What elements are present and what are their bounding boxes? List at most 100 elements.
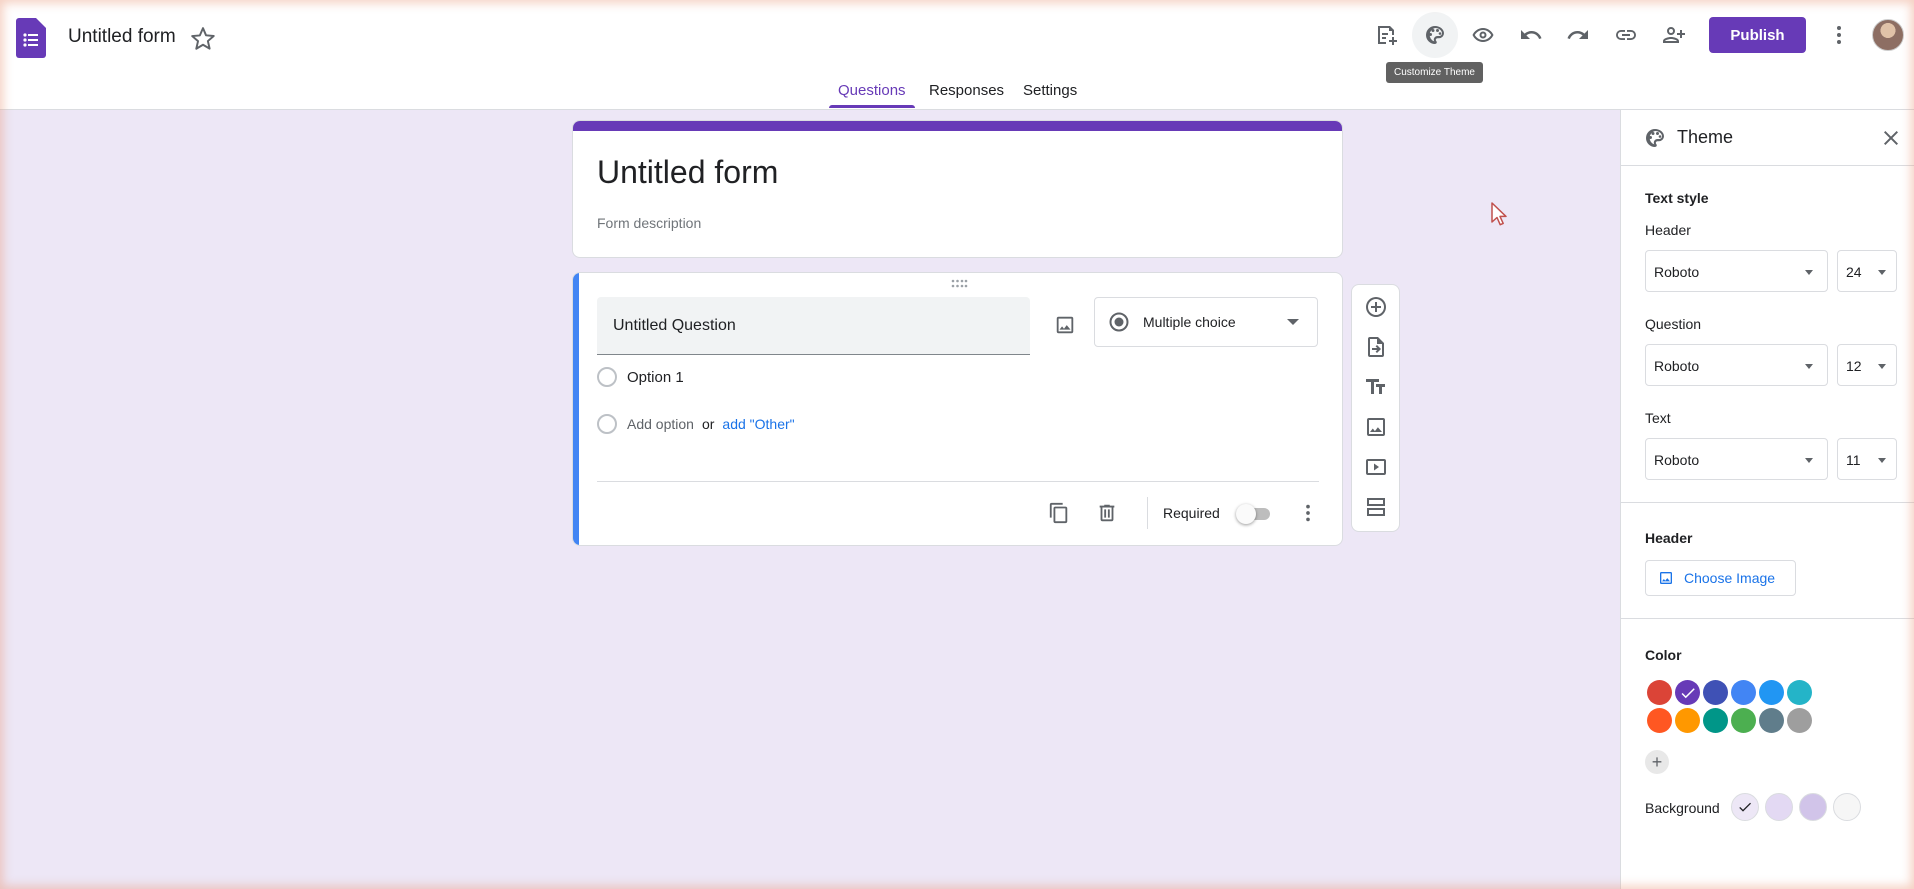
color-swatch[interactable] <box>1731 708 1756 733</box>
top-bar: Untitled form Publish Questions Response… <box>0 0 1914 110</box>
theme-panel-header: Theme <box>1621 110 1914 166</box>
add-section-icon[interactable] <box>1360 491 1392 523</box>
color-swatch[interactable] <box>1787 680 1812 705</box>
more-vert-icon[interactable] <box>1823 19 1855 51</box>
question-card[interactable]: Untitled Question Multiple choice Option… <box>572 272 1343 546</box>
avatar[interactable] <box>1872 19 1904 51</box>
import-questions-icon[interactable] <box>1360 331 1392 363</box>
radio-icon <box>597 367 617 387</box>
theme-panel: Theme Text style Header Roboto 24 Questi… <box>1620 110 1914 889</box>
text-style-heading: Text style <box>1645 190 1709 206</box>
link-icon[interactable] <box>1610 19 1642 51</box>
color-swatch[interactable] <box>1703 680 1728 705</box>
question-more-icon[interactable] <box>1292 497 1324 529</box>
required-toggle[interactable] <box>1236 504 1272 524</box>
background-label: Background <box>1645 800 1720 816</box>
color-swatch[interactable] <box>1759 708 1784 733</box>
color-swatch[interactable] <box>1675 708 1700 733</box>
add-image-icon[interactable] <box>1360 411 1392 443</box>
add-title-icon[interactable] <box>1360 371 1392 403</box>
footer-vertical-divider <box>1147 497 1148 529</box>
tab-bar: Questions Responses Settings <box>0 82 1914 110</box>
palette-icon <box>1646 129 1664 147</box>
background-swatch[interactable] <box>1731 793 1759 821</box>
option-label[interactable]: Option 1 <box>627 369 684 386</box>
active-question-bar <box>573 273 579 545</box>
tab-responses[interactable]: Responses <box>929 82 1004 99</box>
document-title[interactable]: Untitled form <box>68 26 176 48</box>
background-swatch[interactable] <box>1833 793 1861 821</box>
add-option-row: Add option or add "Other" <box>597 413 795 435</box>
star-icon[interactable] <box>190 26 216 52</box>
question-font-select[interactable]: Roboto <box>1645 344 1828 386</box>
theme-color-bar <box>573 121 1342 131</box>
color-heading: Color <box>1645 647 1682 663</box>
choose-image-button[interactable]: Choose Image <box>1645 560 1796 596</box>
text-size-select[interactable]: 11 <box>1837 438 1897 480</box>
dropdown-arrow-icon <box>1287 319 1299 325</box>
undo-icon[interactable] <box>1515 19 1547 51</box>
redo-icon[interactable] <box>1562 19 1594 51</box>
tooltip: Customize Theme <box>1386 62 1483 83</box>
duplicate-icon[interactable] <box>1043 497 1075 529</box>
form-description[interactable]: Form description <box>597 215 701 231</box>
form-title-card[interactable]: Untitled form Form description <box>572 120 1343 258</box>
dropdown-arrow-icon <box>1805 458 1813 463</box>
forms-logo-icon[interactable] <box>16 18 46 58</box>
publish-button[interactable]: Publish <box>1709 17 1806 53</box>
close-icon[interactable] <box>1879 126 1903 150</box>
section-divider <box>1621 618 1914 619</box>
question-type-select[interactable]: Multiple choice <box>1094 297 1318 347</box>
text-font-select[interactable]: Roboto <box>1645 438 1828 480</box>
or-text: or <box>701 416 715 432</box>
dropdown-arrow-icon <box>1878 458 1886 463</box>
text-font-label: Text <box>1645 410 1671 426</box>
required-label: Required <box>1163 505 1220 521</box>
question-size-select[interactable]: 12 <box>1837 344 1897 386</box>
dropdown-arrow-icon <box>1878 364 1886 369</box>
radio-icon <box>597 414 617 434</box>
color-swatch[interactable] <box>1787 708 1812 733</box>
add-on-icon[interactable] <box>1370 19 1402 51</box>
background-swatch[interactable] <box>1799 793 1827 821</box>
color-swatch[interactable] <box>1703 708 1728 733</box>
add-video-icon[interactable] <box>1360 451 1392 483</box>
question-type-label: Multiple choice <box>1143 314 1236 330</box>
color-swatch[interactable] <box>1647 708 1672 733</box>
tab-questions[interactable]: Questions <box>838 82 906 99</box>
drag-handle-icon[interactable] <box>950 279 968 289</box>
header-font-select[interactable]: Roboto <box>1645 250 1828 292</box>
dropdown-arrow-icon <box>1878 270 1886 275</box>
tab-settings[interactable]: Settings <box>1023 82 1077 99</box>
image-icon <box>1660 572 1672 584</box>
palette-icon[interactable] <box>1412 12 1458 58</box>
question-font-label: Question <box>1645 316 1702 332</box>
add-question-icon[interactable] <box>1360 291 1392 323</box>
delete-icon[interactable] <box>1091 497 1123 529</box>
question-title-input[interactable]: Untitled Question <box>597 297 1030 355</box>
add-collaborator-icon[interactable] <box>1658 19 1690 51</box>
form-title[interactable]: Untitled form <box>597 154 778 191</box>
option-row[interactable]: Option 1 <box>597 366 684 388</box>
preview-icon[interactable] <box>1467 19 1499 51</box>
add-option-button[interactable]: Add option <box>627 416 694 432</box>
question-title: Untitled Question <box>613 317 736 334</box>
add-image-icon[interactable] <box>1049 309 1081 341</box>
color-swatch[interactable] <box>1647 680 1672 705</box>
radio-button-icon <box>1109 312 1129 332</box>
add-other-button[interactable]: add "Other" <box>722 416 794 432</box>
dropdown-arrow-icon <box>1805 270 1813 275</box>
header-size-select[interactable]: 24 <box>1837 250 1897 292</box>
header-font-label: Header <box>1645 222 1691 238</box>
background-swatch[interactable] <box>1765 793 1793 821</box>
mouse-cursor-icon <box>1491 202 1507 226</box>
color-swatch[interactable] <box>1731 680 1756 705</box>
color-swatch[interactable] <box>1675 680 1700 705</box>
section-divider <box>1621 502 1914 503</box>
active-tab-indicator <box>829 105 915 108</box>
header-image-heading: Header <box>1645 530 1693 546</box>
add-custom-color-button[interactable]: + <box>1645 750 1669 774</box>
theme-panel-title: Theme <box>1677 127 1734 147</box>
color-swatch[interactable] <box>1759 680 1784 705</box>
dropdown-arrow-icon <box>1805 364 1813 369</box>
